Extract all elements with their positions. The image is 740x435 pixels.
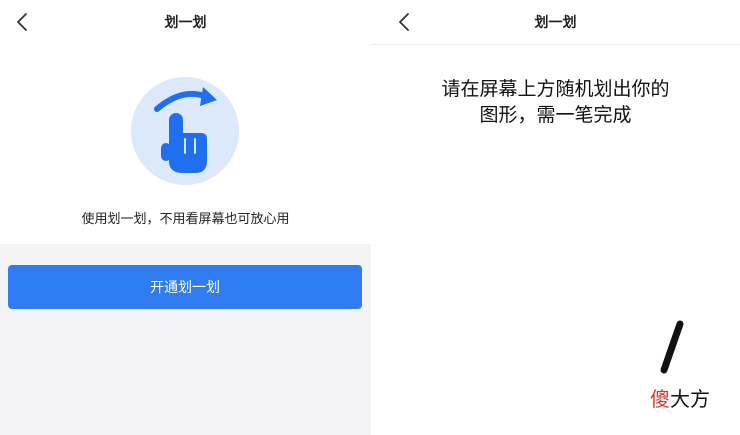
watermark: 傻大方 bbox=[650, 383, 710, 412]
instruction-line-1: 请在屏幕上方随机划出你的 bbox=[441, 78, 670, 100]
watermark-part-1: 傻 bbox=[650, 387, 670, 411]
left-screen: 划一划 使用划一划，不用看屏幕也可放心用 开通划一划 bbox=[0, 0, 371, 435]
drawn-stroke bbox=[660, 320, 684, 374]
watermark-part-2: 大方 bbox=[670, 387, 710, 411]
enable-swipe-button[interactable]: 开通划一划 bbox=[8, 265, 362, 309]
hero-illustration bbox=[131, 77, 239, 185]
page-title: 划一划 bbox=[534, 15, 577, 31]
nav-bar: 划一划 bbox=[371, 0, 740, 45]
page-title: 划一划 bbox=[164, 15, 207, 31]
feature-description: 使用划一划，不用看屏幕也可放心用 bbox=[81, 212, 290, 227]
swipe-hand-icon bbox=[154, 87, 217, 173]
instruction-line-2: 图形，需一笔完成 bbox=[479, 104, 632, 126]
nav-bar: 划一划 bbox=[0, 0, 371, 44]
draw-instruction: 请在屏幕上方随机划出你的 图形，需一笔完成 bbox=[411, 76, 700, 128]
